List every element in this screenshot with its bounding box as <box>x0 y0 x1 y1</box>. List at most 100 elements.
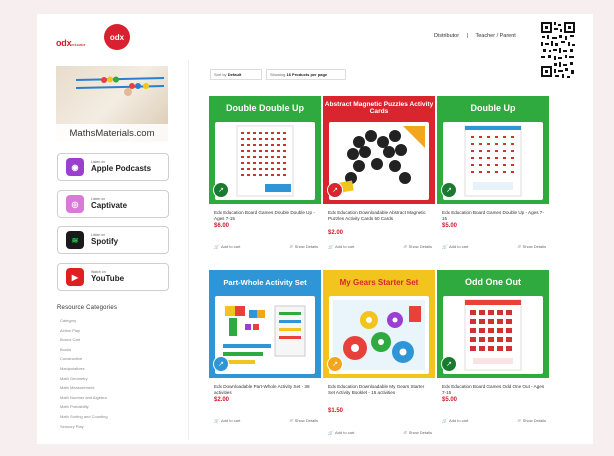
cart-icon: 🛒 <box>214 244 219 249</box>
category-item[interactable]: Category <box>60 316 108 326</box>
show-details-button[interactable]: ☰ Show Details <box>289 418 318 423</box>
edx-badge-icon: ↗ <box>327 356 343 372</box>
show-details-label: Show Details <box>408 430 432 435</box>
product-image[interactable]: My Gears Starter Set ↗ <box>323 270 435 378</box>
youtube-button[interactable]: ▶ Watch on YouTube <box>57 263 169 291</box>
number-grid-board-illustration <box>236 125 294 197</box>
captivate-button[interactable]: ◎ Listen on Captivate <box>57 190 169 218</box>
add-to-cart-button[interactable]: 🛒 Add to cart <box>442 244 468 249</box>
product-name[interactable]: Edx Downloadable Part-Whole Activity Set… <box>214 384 318 396</box>
nav-teacher-parent[interactable]: Teacher / Parent <box>475 33 515 39</box>
show-details-button[interactable]: ☰ Show Details <box>517 418 546 423</box>
banner-label: MathsMaterials.com <box>56 124 168 142</box>
product-image[interactable]: Double Up ↗ <box>437 96 549 204</box>
product-card[interactable]: Double Double Up ↗ Edx Education Board G… <box>209 96 321 250</box>
edx-badge-icon: ↗ <box>441 356 457 372</box>
per-page-select[interactable]: Showing 16 Products per page <box>266 69 346 80</box>
show-details-label: Show Details <box>522 244 546 249</box>
product-band-title: Part-Whole Activity Set <box>223 278 307 288</box>
show-details-button[interactable]: ☰ Show Details <box>289 244 318 249</box>
top-nav: Distributor | Teacher / Parent <box>434 33 522 39</box>
odd-one-out-board-illustration <box>464 299 522 371</box>
cart-icon: 🛒 <box>328 244 333 249</box>
maths-materials-banner[interactable]: MathsMaterials.com <box>56 66 168 142</box>
spotify-button[interactable]: ≋ Listen on Spotify <box>57 226 169 254</box>
add-to-cart-label: Add to cart <box>220 244 241 249</box>
product-name[interactable]: Edx Education Board Games Double Double … <box>214 210 318 222</box>
category-item[interactable]: Math Geometry <box>60 374 108 384</box>
category-item[interactable]: Bonus Cart <box>60 335 108 345</box>
add-to-cart-button[interactable]: 🛒 Add to cart <box>442 418 468 423</box>
product-card[interactable]: Part-Whole Activity Set ↗ Edx Downloadab… <box>209 270 321 424</box>
youtube-icon: ▶ <box>66 268 84 286</box>
gears-set-illustration <box>333 300 425 370</box>
add-to-cart-label: Add to cart <box>448 244 469 249</box>
product-image[interactable]: Odd One Out ↗ <box>437 270 549 378</box>
details-icon: ☰ <box>517 418 521 423</box>
cart-icon: 🛒 <box>442 244 447 249</box>
category-list: Category Action Play Bonus Cart Books Co… <box>60 316 108 431</box>
nav-distributor[interactable]: Distributor <box>434 33 459 39</box>
pod-name: Spotify <box>91 237 119 247</box>
product-name[interactable]: Edx Education Board Games Double Up - Ag… <box>442 210 546 222</box>
product-band-title: Double Double Up <box>226 103 304 114</box>
product-card[interactable]: My Gears Starter Set ↗ Edx Education Dow… <box>323 270 435 435</box>
abacus-illustration <box>76 76 164 96</box>
show-details-button[interactable]: ☰ Show Details <box>517 244 546 249</box>
product-band-title: My Gears Starter Set <box>339 277 419 287</box>
cart-icon: 🛒 <box>328 430 333 435</box>
category-item[interactable]: Sensory Play <box>60 422 108 432</box>
qr-code-icon <box>540 20 576 80</box>
pod-name: YouTube <box>91 274 125 284</box>
add-to-cart-button[interactable]: 🛒 Add to cart <box>214 418 240 423</box>
product-band-title: Double Up <box>470 103 516 114</box>
number-grid-board-illustration <box>464 125 522 197</box>
product-image[interactable]: Abstract Magnetic Puzzles Activity Cards… <box>323 96 435 204</box>
add-to-cart-label: Add to cart <box>448 418 469 423</box>
add-to-cart-label: Add to cart <box>220 418 241 423</box>
category-item[interactable]: Math Sorting and Counting <box>60 412 108 422</box>
product-price: $2.00 <box>214 397 230 403</box>
category-item[interactable]: Math Number and Algebra <box>60 393 108 403</box>
cart-icon: 🛒 <box>214 418 219 423</box>
edx-badge-icon: ↗ <box>213 182 229 198</box>
apple-podcasts-button[interactable]: ◉ Listen on Apple Podcasts <box>57 153 169 181</box>
show-details-button[interactable]: ☰ Show Details <box>403 430 432 435</box>
product-image[interactable]: Double Double Up ↗ <box>209 96 321 204</box>
product-price: $2.00 <box>328 230 344 236</box>
sort-select[interactable]: Sort by Default <box>210 69 262 80</box>
show-details-label: Show Details <box>522 418 546 423</box>
product-image[interactable]: Part-Whole Activity Set ↗ <box>209 270 321 378</box>
show-details-button[interactable]: ☰ Show Details <box>403 244 432 249</box>
add-to-cart-button[interactable]: 🛒 Add to cart <box>328 430 354 435</box>
add-to-cart-button[interactable]: 🛒 Add to cart <box>328 244 354 249</box>
details-icon: ☰ <box>517 244 521 249</box>
category-item[interactable]: Action Play <box>60 326 108 336</box>
captivate-icon: ◎ <box>66 195 84 213</box>
product-card[interactable]: Abstract Magnetic Puzzles Activity Cards… <box>323 96 435 250</box>
product-band-title: Abstract Magnetic Puzzles Activity Cards <box>324 101 434 115</box>
category-item[interactable]: Math Measurement <box>60 383 108 393</box>
add-to-cart-button[interactable]: 🛒 Add to cart <box>214 244 240 249</box>
product-name[interactable]: Edx Education Downloadable My Gears Star… <box>328 384 432 396</box>
category-item[interactable]: Constructive <box>60 354 108 364</box>
details-icon: ☰ <box>289 418 293 423</box>
product-card[interactable]: Double Up ↗ Edx Education Board Games Do… <box>437 96 549 250</box>
odx-logo[interactable]: odxeducator odx <box>56 24 136 52</box>
per-page-value: 16 Products per page <box>286 72 328 77</box>
logo-text: odx <box>56 38 72 48</box>
product-name[interactable]: Edx Education Board Games Odd One Out - … <box>442 384 546 396</box>
nav-separator: | <box>466 33 469 39</box>
logo-badge: odx <box>104 24 130 50</box>
edx-badge-icon: ↗ <box>327 182 343 198</box>
product-price: $5.00 <box>442 397 458 403</box>
product-card[interactable]: Odd One Out ↗ Edx Education Board Games … <box>437 270 549 424</box>
edx-badge-icon: ↗ <box>213 356 229 372</box>
product-name[interactable]: Edx Education Downloadable Abstract Magn… <box>328 210 432 222</box>
category-item[interactable]: Math Probability <box>60 402 108 412</box>
category-item[interactable]: Manipulatives <box>60 364 108 374</box>
logo-subtext: educator <box>71 42 86 47</box>
show-details-label: Show Details <box>294 244 318 249</box>
category-item[interactable]: Books <box>60 345 108 355</box>
categories-heading: Resource Categories <box>57 305 118 311</box>
